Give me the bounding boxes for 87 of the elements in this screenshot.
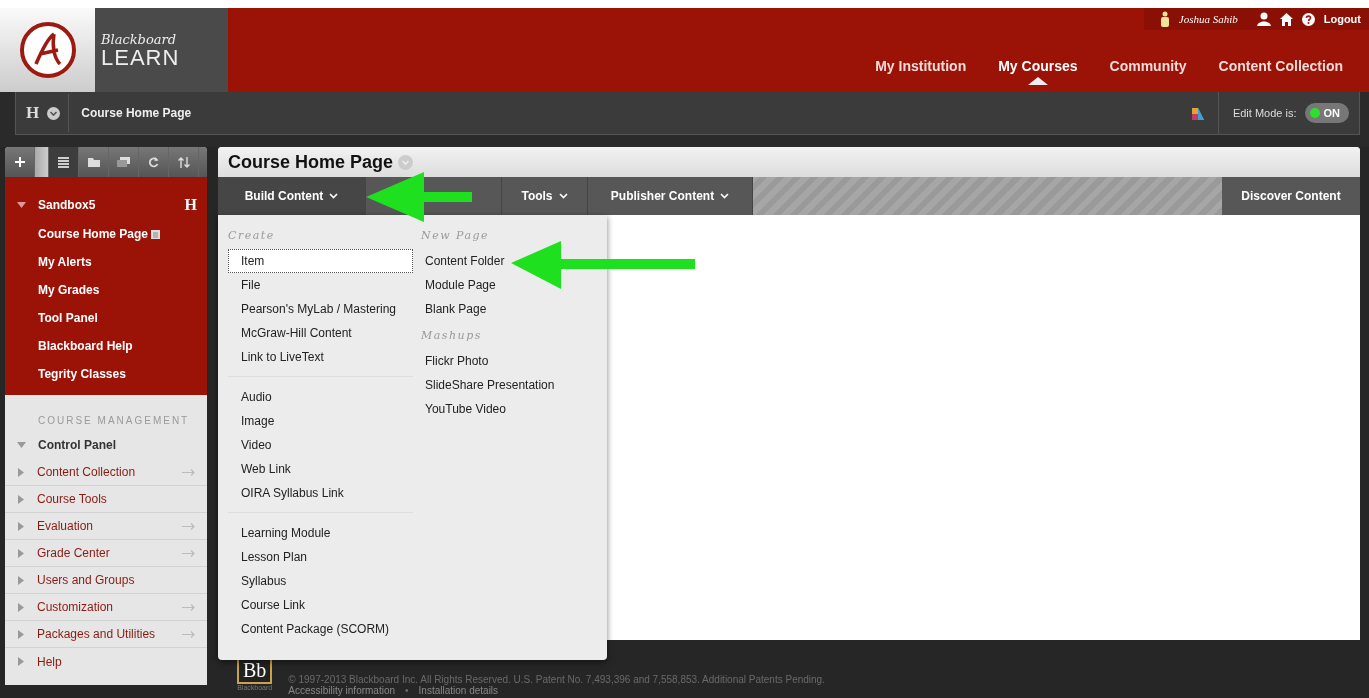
control-panel-link[interactable]: Content Collection: [37, 465, 136, 479]
course-menu-link[interactable]: Tool Panel: [38, 311, 98, 325]
footer-link[interactable]: Installation details: [418, 685, 499, 696]
menu-item[interactable]: Audio: [228, 385, 272, 409]
page-title: Course Home Page: [228, 151, 394, 173]
menu-item[interactable]: Item: [228, 249, 413, 273]
collapsed-triangle-icon[interactable]: [18, 629, 24, 639]
menu-item[interactable]: Web Link: [228, 457, 291, 481]
collapsed-triangle-icon[interactable]: [18, 548, 24, 558]
refresh-icon[interactable]: [148, 156, 159, 168]
control-panel-link[interactable]: Grade Center: [37, 546, 110, 560]
caret-icon: [720, 193, 730, 199]
section-heading: COURSE MANAGEMENT: [37, 415, 191, 428]
windows-icon[interactable]: [117, 157, 130, 167]
footer-link[interactable]: Accessibility information: [288, 685, 396, 696]
menu-item[interactable]: SlideShare Presentation: [421, 373, 557, 397]
collapsed-triangle-icon[interactable]: [18, 602, 24, 612]
course-name[interactable]: Sandbox5: [38, 198, 96, 212]
home-icon[interactable]: [1279, 12, 1293, 26]
menu-item[interactable]: File: [228, 273, 261, 297]
breadcrumb[interactable]: Course Home Page: [68, 94, 192, 132]
collapsed-triangle-icon[interactable]: [18, 657, 24, 666]
nav-tab[interactable]: Content Collection: [1202, 50, 1359, 85]
menu-item[interactable]: Content Package (SCORM): [228, 617, 390, 641]
user-icon: [1159, 11, 1170, 27]
menu-item[interactable]: Pearson's MyLab / Mastering: [228, 297, 397, 321]
control-panel-link[interactable]: Packages and Utilities: [37, 627, 156, 641]
control-panel-heading[interactable]: Control Panel: [38, 438, 116, 452]
copyright-text: © 1997-2013 Blackboard Inc. All Rights Reserved. U.S. Patent No. 7,493,396 and 7,558,853. Additional Patents Pending.: [288, 674, 825, 685]
expand-triangle-icon[interactable]: [17, 442, 26, 448]
menu-item[interactable]: OIRA Syllabus Link: [228, 481, 344, 505]
expand-triangle-icon[interactable]: [17, 202, 26, 208]
course-initial: H: [184, 196, 197, 214]
collapsed-triangle-icon[interactable]: [18, 521, 24, 531]
collapsed-triangle-icon[interactable]: [18, 467, 24, 477]
edit-mode-toggle[interactable]: ON: [1304, 103, 1349, 123]
color-palette-icon[interactable]: [1189, 106, 1204, 120]
logo-text: Blackboard: [101, 31, 178, 47]
course-menu-link[interactable]: My Alerts: [38, 255, 92, 269]
menu-item[interactable]: Learning Module: [228, 521, 331, 545]
logo-text: LEARN: [101, 46, 181, 69]
nav-tab[interactable]: My Courses: [982, 50, 1094, 85]
menu-item[interactable]: Lesson Plan: [228, 545, 308, 569]
edit-mode-label: Edit Mode is:: [1232, 107, 1297, 119]
control-panel-link[interactable]: Course Tools: [37, 492, 107, 506]
control-panel-link[interactable]: Customization: [37, 600, 114, 614]
sort-icon[interactable]: [177, 156, 190, 168]
menu-item[interactable]: Blank Page: [421, 297, 489, 321]
help-icon[interactable]: [1301, 12, 1315, 26]
plus-icon[interactable]: [14, 157, 25, 167]
menu-heading: Mashups: [421, 328, 483, 344]
menu-heading: New Page: [421, 228, 491, 244]
collapsed-triangle-icon[interactable]: [18, 494, 24, 504]
menu-item[interactable]: Image: [228, 409, 275, 433]
toolbar-handle[interactable]: [35, 147, 49, 177]
course-menu-link[interactable]: Blackboard Help: [38, 339, 133, 353]
caret-icon: [558, 193, 568, 199]
user-name[interactable]: Joshua Sahib: [1178, 13, 1238, 25]
logout-link[interactable]: Logout: [1323, 13, 1361, 25]
menu-item[interactable]: Course Link: [228, 593, 306, 617]
menu-item[interactable]: Syllabus: [228, 569, 287, 593]
menu-item[interactable]: Video: [228, 433, 272, 457]
list-icon[interactable]: [58, 156, 69, 168]
profile-icon[interactable]: [1256, 12, 1271, 26]
folder-icon[interactable]: [87, 157, 100, 167]
menu-heading: Create: [228, 228, 276, 244]
course-initial: H: [26, 103, 40, 123]
list-tool-button[interactable]: [49, 147, 79, 177]
nav-tab[interactable]: Community: [1093, 50, 1203, 85]
control-panel-link[interactable]: Evaluation: [37, 519, 94, 533]
chevron-circle-icon[interactable]: [47, 106, 61, 120]
caret-icon: [329, 193, 339, 199]
menu-item[interactable]: Link to LiveText: [228, 345, 324, 369]
menu-item[interactable]: Module Page: [421, 273, 498, 297]
menu-item[interactable]: Flickr Photo: [421, 349, 491, 373]
control-panel-link[interactable]: Help: [37, 654, 62, 669]
course-menu-link[interactable]: Tegrity Classes: [38, 367, 126, 381]
menu-item[interactable]: Content Folder: [421, 249, 507, 273]
toolbar-menu-button[interactable]: Build Content: [218, 177, 366, 215]
course-menu-link[interactable]: My Grades: [38, 283, 100, 297]
course-menu-link[interactable]: Course Home Page: [38, 227, 149, 241]
menu-item[interactable]: McGraw-Hill Content: [228, 321, 352, 345]
control-panel-link[interactable]: Users and Groups: [37, 573, 135, 587]
menu-item[interactable]: YouTube Video: [421, 397, 508, 421]
collapsed-triangle-icon[interactable]: [18, 575, 24, 585]
nav-tab[interactable]: My Institution: [859, 50, 983, 85]
separator-dot: •: [405, 685, 409, 696]
